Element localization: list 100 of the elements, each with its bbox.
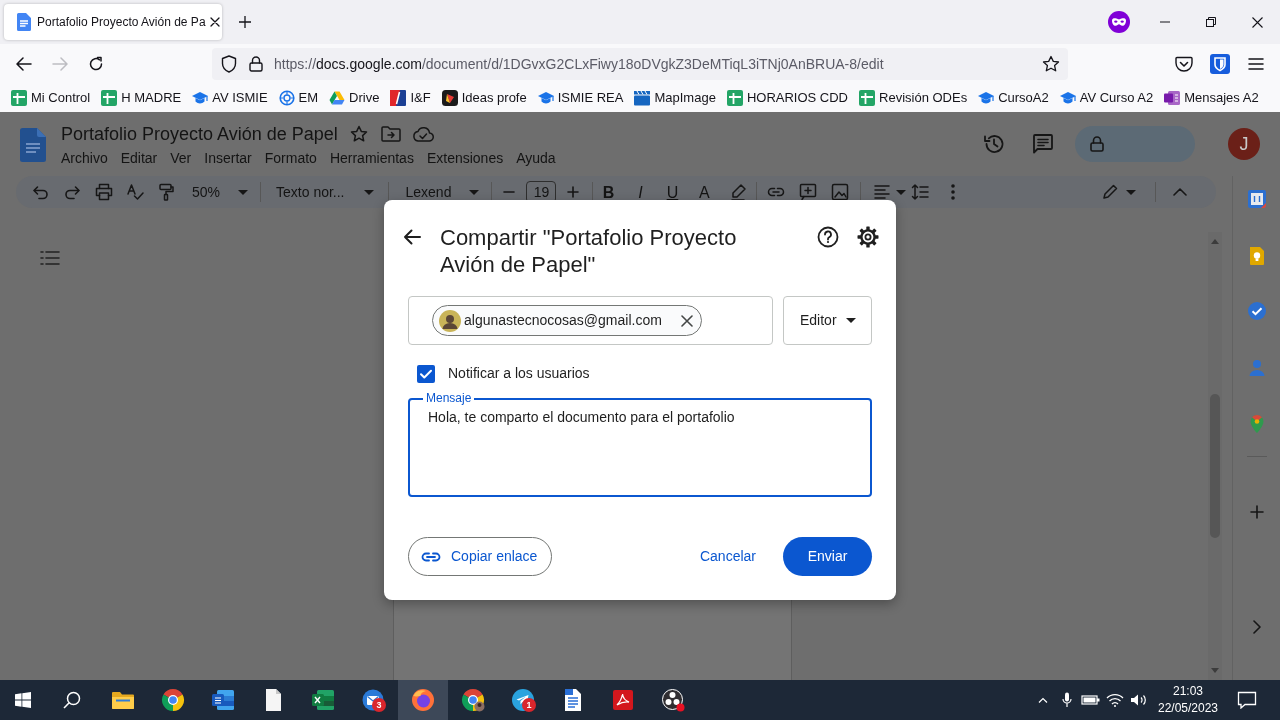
bookmark-item[interactable]: AV Curso A2 xyxy=(1056,86,1157,110)
bookmark-item[interactable]: MapImage xyxy=(631,86,719,110)
outline-icon[interactable] xyxy=(40,250,60,266)
word-icon[interactable] xyxy=(211,688,235,712)
firefox-icon[interactable] xyxy=(411,688,435,712)
remove-icon[interactable] xyxy=(680,314,693,327)
excel-icon[interactable] xyxy=(311,688,335,712)
caret-icon xyxy=(896,189,907,195)
bookmark-item[interactable]: Mi Control xyxy=(8,86,94,110)
recorder-icon[interactable] xyxy=(661,688,685,712)
volume-icon[interactable] xyxy=(1130,693,1148,707)
spreadsheet-icon xyxy=(101,90,118,106)
comments-icon[interactable] xyxy=(1032,133,1054,155)
image-icon[interactable] xyxy=(831,183,850,201)
close-icon[interactable] xyxy=(1251,16,1263,28)
menu-item[interactable]: Extensiones xyxy=(426,147,504,169)
document-title[interactable]: Portafolio Proyecto Avión de Papel xyxy=(61,120,338,148)
spreadsheet-icon xyxy=(726,90,743,106)
folder-move-icon[interactable] xyxy=(380,126,401,142)
highlighter-icon[interactable] xyxy=(729,183,748,201)
notebook-icon xyxy=(1164,90,1181,106)
chevron-right-icon[interactable] xyxy=(1252,620,1261,634)
acrobat-icon[interactable] xyxy=(611,688,635,712)
document-icon xyxy=(17,13,31,31)
cancel-button[interactable]: Cancelar xyxy=(687,537,768,576)
caret-icon xyxy=(845,318,856,323)
bookmark-item[interactable]: EM xyxy=(275,86,322,110)
start-icon[interactable] xyxy=(15,692,31,708)
chrome-icon[interactable] xyxy=(161,688,185,712)
app-logo-icon xyxy=(441,90,458,106)
print-icon[interactable] xyxy=(95,183,113,201)
folder-icon[interactable] xyxy=(111,690,135,710)
dialog-title: Compartir "Portafolio Proyecto Avión de Papel" xyxy=(440,224,738,278)
recipient-field[interactable]: algunastecnocosas@gmail.com xyxy=(408,296,773,345)
notify-checkbox[interactable] xyxy=(417,364,435,383)
history-icon[interactable] xyxy=(983,133,1005,155)
redo-icon[interactable] xyxy=(63,183,81,201)
bookmark-item[interactable]: Mensajes A2 xyxy=(1161,86,1262,110)
browser-tab[interactable]: Portafolio Proyecto Avión de Pa xyxy=(4,4,222,40)
menu-item[interactable]: Archivo xyxy=(61,147,108,169)
bookmark-item[interactable]: Drive xyxy=(326,86,383,110)
star-icon[interactable] xyxy=(349,125,368,143)
bookmark-item[interactable]: ISMIE REA xyxy=(534,86,627,110)
settings-icon[interactable] xyxy=(857,226,879,248)
notification-icon[interactable] xyxy=(1236,691,1257,709)
help-icon[interactable] xyxy=(817,226,839,248)
clock-date[interactable]: 22/05/2023 xyxy=(1157,700,1219,717)
mask-icon[interactable] xyxy=(1108,11,1130,33)
menu-icon[interactable] xyxy=(1248,57,1264,71)
bookmark-item[interactable]: Revisión ODEs xyxy=(856,86,971,110)
caret-icon xyxy=(238,189,249,195)
wifi-icon[interactable] xyxy=(1106,693,1124,707)
paint-format-icon[interactable] xyxy=(157,183,175,201)
recipient-chip[interactable]: algunastecnocosas@gmail.com xyxy=(432,305,702,336)
calendar-icon[interactable] xyxy=(1246,189,1267,209)
add-comment-icon[interactable] xyxy=(799,183,818,201)
lock-icon[interactable] xyxy=(249,56,263,72)
microphone-icon[interactable] xyxy=(1062,692,1072,708)
line-spacing-icon[interactable] xyxy=(911,183,930,201)
taskbar-button[interactable] xyxy=(398,680,448,720)
bookmark-item[interactable]: CursoA2 xyxy=(975,86,1052,110)
role-dropdown[interactable]: Editor xyxy=(783,296,872,345)
docs-logo-icon[interactable] xyxy=(20,128,46,162)
menu-item[interactable]: Formato xyxy=(264,147,317,169)
bookmark-item[interactable]: HORARIOS CDD xyxy=(723,86,851,110)
notification-badge: 1 xyxy=(522,698,536,712)
bookmark-item[interactable]: H MADRE xyxy=(98,86,185,110)
more-icon[interactable] xyxy=(951,183,956,201)
menu-item[interactable]: Ayuda xyxy=(516,147,556,169)
caret-icon xyxy=(363,189,374,195)
undo-icon[interactable] xyxy=(32,183,50,201)
cloud-check-icon[interactable] xyxy=(411,126,434,142)
search-icon[interactable] xyxy=(63,691,81,709)
chrome-profile-icon[interactable] xyxy=(461,688,485,712)
menu-item[interactable]: Herramientas xyxy=(329,147,414,169)
restore-icon[interactable] xyxy=(1206,17,1216,27)
spellcheck-icon[interactable] xyxy=(126,183,144,201)
back-icon[interactable] xyxy=(403,228,421,246)
align-icon[interactable] xyxy=(873,183,892,201)
bookmark-item[interactable]: Ideas profe xyxy=(438,86,530,110)
bookmark-item[interactable]: I&F xyxy=(387,86,434,110)
send-button[interactable]: Enviar xyxy=(783,537,872,576)
menu-item[interactable]: Editar xyxy=(120,147,158,169)
battery-icon[interactable] xyxy=(1081,694,1101,706)
pocket-icon[interactable] xyxy=(1175,56,1193,72)
address-bar[interactable]: https://docs.google.com/document/d/1DGvxG2CLxFiwy18oDVgkZ3DeMTiqL3iTNj0AnBRUA-8/edit xyxy=(212,48,1068,80)
tasks-icon[interactable] xyxy=(1246,301,1267,321)
back-icon[interactable] xyxy=(16,57,32,71)
shield-icon[interactable] xyxy=(221,55,237,73)
star-icon[interactable] xyxy=(1042,55,1060,73)
bookmark-item[interactable]: AV ISMIE xyxy=(189,86,271,110)
clock-time[interactable]: 21:03 xyxy=(1173,683,1203,700)
close-icon[interactable] xyxy=(209,17,220,27)
shield-extension-icon[interactable] xyxy=(1210,54,1230,74)
account-avatar[interactable]: J xyxy=(1228,128,1260,160)
menu-item[interactable]: Ver xyxy=(170,147,192,169)
plus-icon[interactable] xyxy=(239,16,251,28)
pencil-icon[interactable] xyxy=(1101,183,1119,201)
reload-icon[interactable] xyxy=(88,56,104,72)
menu-item[interactable]: Insertar xyxy=(204,147,252,169)
